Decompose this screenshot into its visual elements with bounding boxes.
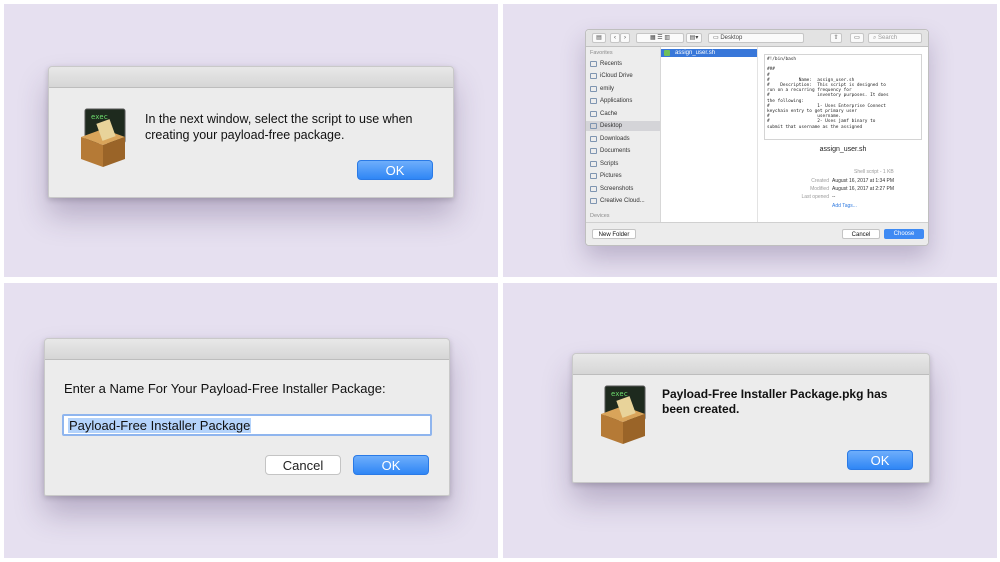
add-tags-link[interactable]: Add Tags... — [832, 203, 857, 209]
cancel-button[interactable]: Cancel — [265, 455, 341, 475]
package-icon: exec — [601, 385, 646, 444]
folder-icon: ▭ — [713, 35, 719, 41]
cancel-button[interactable]: Cancel — [842, 229, 880, 239]
choose-button[interactable]: Choose — [884, 229, 924, 239]
sidebar-item[interactable]: Cache — [590, 109, 617, 119]
sidebar-item-selected[interactable]: Desktop — [586, 121, 660, 131]
package-name-value: Payload-Free Installer Package — [68, 417, 252, 433]
finder-toolbar: ▤ ‹ › ▦ ☰ ▥ ▤▾ ▭ Desktop ⇧ ▭ ⌕ Search — [586, 30, 928, 47]
dialog-titlebar[interactable] — [45, 339, 449, 360]
dialog-titlebar[interactable] — [49, 67, 453, 88]
finder-sidebar: Favorites Recents iCloud Drive emily App… — [586, 47, 661, 223]
enter-name-dialog: Enter a Name For Your Payload-Free Insta… — [44, 338, 450, 496]
exec-badge-text: exec — [91, 113, 108, 121]
finder-bottom-bar: New Folder Cancel Choose — [586, 222, 928, 245]
sidebar-toggle-icon[interactable]: ▤ — [592, 33, 606, 43]
search-icon: ⌕ — [873, 35, 877, 41]
sidebar-item[interactable]: Recents — [590, 59, 622, 69]
select-script-dialog: exec In the next window, select the scri… — [48, 66, 454, 198]
search-field[interactable]: ⌕ Search — [868, 33, 922, 43]
sidebar-item[interactable]: Pictures — [590, 171, 622, 181]
ok-button[interactable]: OK — [357, 160, 433, 180]
package-name-input[interactable]: Payload-Free Installer Package — [62, 414, 432, 436]
exec-badge-text: exec — [611, 390, 628, 398]
package-created-dialog: exec Payload-Free Installer Package.pkg … — [572, 353, 930, 483]
sidebar-item[interactable]: Scripts — [590, 159, 618, 169]
location-label: Desktop — [720, 35, 743, 41]
devices-heading: Devices — [590, 213, 610, 219]
file-chooser-window: ▤ ‹ › ▦ ☰ ▥ ▤▾ ▭ Desktop ⇧ ▭ ⌕ Search Fa… — [585, 29, 929, 246]
tag-icon[interactable]: ▭ — [850, 33, 864, 43]
arrange-icon[interactable]: ▤▾ — [686, 33, 702, 43]
favorites-heading: Favorites — [590, 50, 613, 56]
sidebar-item[interactable]: Screenshots — [590, 184, 633, 194]
forward-icon[interactable]: › — [620, 33, 630, 43]
dialog-prompt: Enter a Name For Your Payload-Free Insta… — [64, 381, 386, 396]
kind-size: Shell script - 1 KB — [854, 169, 894, 175]
sidebar-item[interactable]: Downloads — [590, 134, 630, 144]
sidebar-item[interactable]: Documents — [590, 146, 630, 156]
script-file-icon — [664, 50, 670, 56]
sidebar-item[interactable]: Creative Cloud... — [590, 196, 645, 206]
dialog-titlebar[interactable] — [573, 354, 929, 375]
file-preview: #!/bin/bash ### # # Name: assign_user.sh… — [764, 54, 922, 140]
back-icon[interactable]: ‹ — [610, 33, 620, 43]
ok-button[interactable]: OK — [847, 450, 913, 470]
info-value: -- — [832, 194, 836, 200]
file-row-selected[interactable]: assign_user.sh — [661, 49, 757, 57]
sidebar-item[interactable]: emily — [590, 84, 614, 94]
info-label: Created — [811, 178, 829, 184]
panel-finder: ▤ ‹ › ▦ ☰ ▥ ▤▾ ▭ Desktop ⇧ ▭ ⌕ Search Fa… — [503, 4, 997, 277]
panel-select-script: exec In the next window, select the scri… — [4, 4, 498, 277]
panel-enter-name: Enter a Name For Your Payload-Free Insta… — [4, 283, 498, 558]
dialog-message: Payload-Free Installer Package.pkg has b… — [662, 387, 888, 416]
search-placeholder: Search — [878, 35, 898, 41]
sidebar-item[interactable]: Applications — [590, 96, 632, 106]
panel-created: exec Payload-Free Installer Package.pkg … — [503, 283, 997, 558]
package-icon: exec — [81, 108, 126, 167]
preview-file-name: assign_user.sh — [819, 146, 867, 153]
new-folder-button[interactable]: New Folder — [592, 229, 636, 239]
ok-button[interactable]: OK — [353, 455, 429, 475]
info-label: Last opened — [801, 194, 829, 200]
dialog-message: In the next window, select the script to… — [145, 112, 413, 142]
share-icon[interactable]: ⇧ — [830, 33, 842, 43]
file-column: assign_user.sh — [661, 47, 758, 223]
info-value: August 16, 2017 at 2:27 PM — [832, 186, 894, 192]
info-label: Modified — [810, 186, 829, 192]
view-mode-buttons[interactable]: ▦ ☰ ▥ — [636, 33, 684, 43]
sidebar-item[interactable]: iCloud Drive — [590, 71, 633, 81]
info-value: August 16, 2017 at 1:34 PM — [832, 178, 894, 184]
location-popup[interactable]: ▭ Desktop — [708, 33, 804, 43]
